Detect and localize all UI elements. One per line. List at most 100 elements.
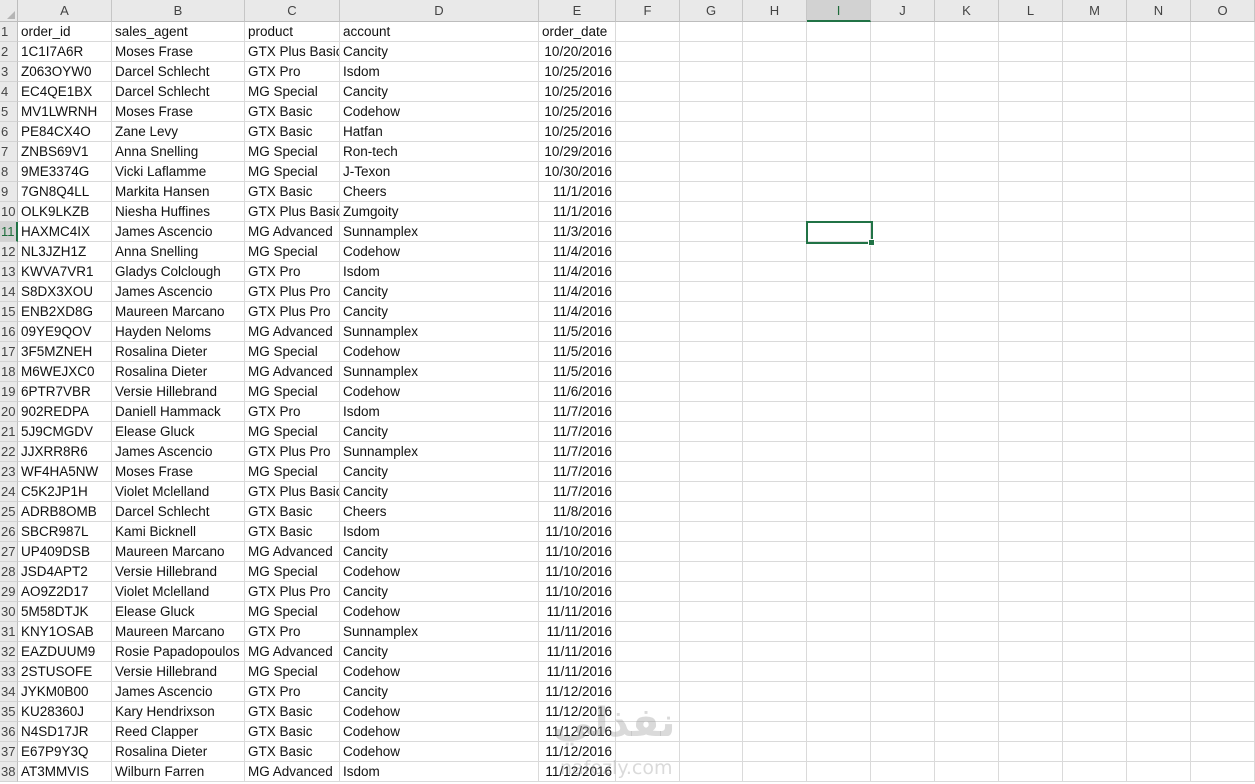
cell-n6[interactable] — [1127, 122, 1191, 142]
header-cell-o[interactable] — [1191, 22, 1255, 42]
cell-l17[interactable] — [999, 342, 1063, 362]
cell-g28[interactable] — [680, 562, 743, 582]
cell-l21[interactable] — [999, 422, 1063, 442]
cell-e20[interactable]: 11/7/2016 — [539, 402, 616, 422]
cell-j4[interactable] — [871, 82, 935, 102]
cell-h12[interactable] — [743, 242, 807, 262]
cell-a31[interactable]: KNY1OSAB — [18, 622, 112, 642]
column-header-l[interactable]: L — [999, 0, 1063, 22]
cell-d14[interactable]: Cancity — [340, 282, 539, 302]
cell-e38[interactable]: 11/12/2016 — [539, 762, 616, 782]
cell-l11[interactable] — [999, 222, 1063, 242]
cell-e16[interactable]: 11/5/2016 — [539, 322, 616, 342]
cell-n30[interactable] — [1127, 602, 1191, 622]
cell-j6[interactable] — [871, 122, 935, 142]
cell-j29[interactable] — [871, 582, 935, 602]
cell-j19[interactable] — [871, 382, 935, 402]
cell-i6[interactable] — [807, 122, 871, 142]
row-header-14[interactable]: 14 — [0, 282, 18, 302]
cell-h13[interactable] — [743, 262, 807, 282]
cell-f17[interactable] — [616, 342, 680, 362]
cell-d30[interactable]: Codehow — [340, 602, 539, 622]
cell-b27[interactable]: Maureen Marcano — [112, 542, 245, 562]
cell-f28[interactable] — [616, 562, 680, 582]
cell-k29[interactable] — [935, 582, 999, 602]
cell-b9[interactable]: Markita Hansen — [112, 182, 245, 202]
cell-h15[interactable] — [743, 302, 807, 322]
cell-n22[interactable] — [1127, 442, 1191, 462]
cell-b30[interactable]: Elease Gluck — [112, 602, 245, 622]
cell-m26[interactable] — [1063, 522, 1127, 542]
cell-m8[interactable] — [1063, 162, 1127, 182]
cell-o8[interactable] — [1191, 162, 1255, 182]
cell-i27[interactable] — [807, 542, 871, 562]
cell-g31[interactable] — [680, 622, 743, 642]
row-header-12[interactable]: 12 — [0, 242, 18, 262]
row-header-28[interactable]: 28 — [0, 562, 18, 582]
cell-j34[interactable] — [871, 682, 935, 702]
cell-m14[interactable] — [1063, 282, 1127, 302]
cell-i22[interactable] — [807, 442, 871, 462]
cell-k9[interactable] — [935, 182, 999, 202]
cell-o29[interactable] — [1191, 582, 1255, 602]
cell-m31[interactable] — [1063, 622, 1127, 642]
cell-c20[interactable]: GTX Pro — [245, 402, 340, 422]
cell-i23[interactable] — [807, 462, 871, 482]
cell-d20[interactable]: Isdom — [340, 402, 539, 422]
cell-c35[interactable]: GTX Basic — [245, 702, 340, 722]
cell-e23[interactable]: 11/7/2016 — [539, 462, 616, 482]
select-all-button[interactable] — [0, 0, 18, 22]
cell-j2[interactable] — [871, 42, 935, 62]
cell-a38[interactable]: AT3MMVIS — [18, 762, 112, 782]
cell-j16[interactable] — [871, 322, 935, 342]
cell-i19[interactable] — [807, 382, 871, 402]
cell-j24[interactable] — [871, 482, 935, 502]
cell-e13[interactable]: 11/4/2016 — [539, 262, 616, 282]
cell-b18[interactable]: Rosalina Dieter — [112, 362, 245, 382]
cell-h3[interactable] — [743, 62, 807, 82]
cell-e12[interactable]: 11/4/2016 — [539, 242, 616, 262]
cell-e32[interactable]: 11/11/2016 — [539, 642, 616, 662]
cell-a29[interactable]: AO9Z2D17 — [18, 582, 112, 602]
cell-i32[interactable] — [807, 642, 871, 662]
cell-d29[interactable]: Cancity — [340, 582, 539, 602]
cell-c37[interactable]: GTX Basic — [245, 742, 340, 762]
cell-j27[interactable] — [871, 542, 935, 562]
cell-g17[interactable] — [680, 342, 743, 362]
cell-j36[interactable] — [871, 722, 935, 742]
cell-l18[interactable] — [999, 362, 1063, 382]
cell-n7[interactable] — [1127, 142, 1191, 162]
cell-g34[interactable] — [680, 682, 743, 702]
cell-k33[interactable] — [935, 662, 999, 682]
cell-d34[interactable]: Cancity — [340, 682, 539, 702]
cell-o24[interactable] — [1191, 482, 1255, 502]
cell-l10[interactable] — [999, 202, 1063, 222]
cell-k16[interactable] — [935, 322, 999, 342]
cell-a6[interactable]: PE84CX4O — [18, 122, 112, 142]
cell-l29[interactable] — [999, 582, 1063, 602]
cell-h8[interactable] — [743, 162, 807, 182]
cell-g21[interactable] — [680, 422, 743, 442]
cell-b20[interactable]: Daniell Hammack — [112, 402, 245, 422]
cell-c4[interactable]: MG Special — [245, 82, 340, 102]
cell-n2[interactable] — [1127, 42, 1191, 62]
cell-e14[interactable]: 11/4/2016 — [539, 282, 616, 302]
cell-i28[interactable] — [807, 562, 871, 582]
row-header-21[interactable]: 21 — [0, 422, 18, 442]
cell-d24[interactable]: Cancity — [340, 482, 539, 502]
cell-c9[interactable]: GTX Basic — [245, 182, 340, 202]
cell-m34[interactable] — [1063, 682, 1127, 702]
cell-m7[interactable] — [1063, 142, 1127, 162]
cell-i16[interactable] — [807, 322, 871, 342]
cell-d17[interactable]: Codehow — [340, 342, 539, 362]
cell-g15[interactable] — [680, 302, 743, 322]
row-header-3[interactable]: 3 — [0, 62, 18, 82]
cell-l19[interactable] — [999, 382, 1063, 402]
cell-a5[interactable]: MV1LWRNH — [18, 102, 112, 122]
cell-g16[interactable] — [680, 322, 743, 342]
cell-o2[interactable] — [1191, 42, 1255, 62]
cell-i17[interactable] — [807, 342, 871, 362]
cell-m17[interactable] — [1063, 342, 1127, 362]
cell-k25[interactable] — [935, 502, 999, 522]
cell-f30[interactable] — [616, 602, 680, 622]
